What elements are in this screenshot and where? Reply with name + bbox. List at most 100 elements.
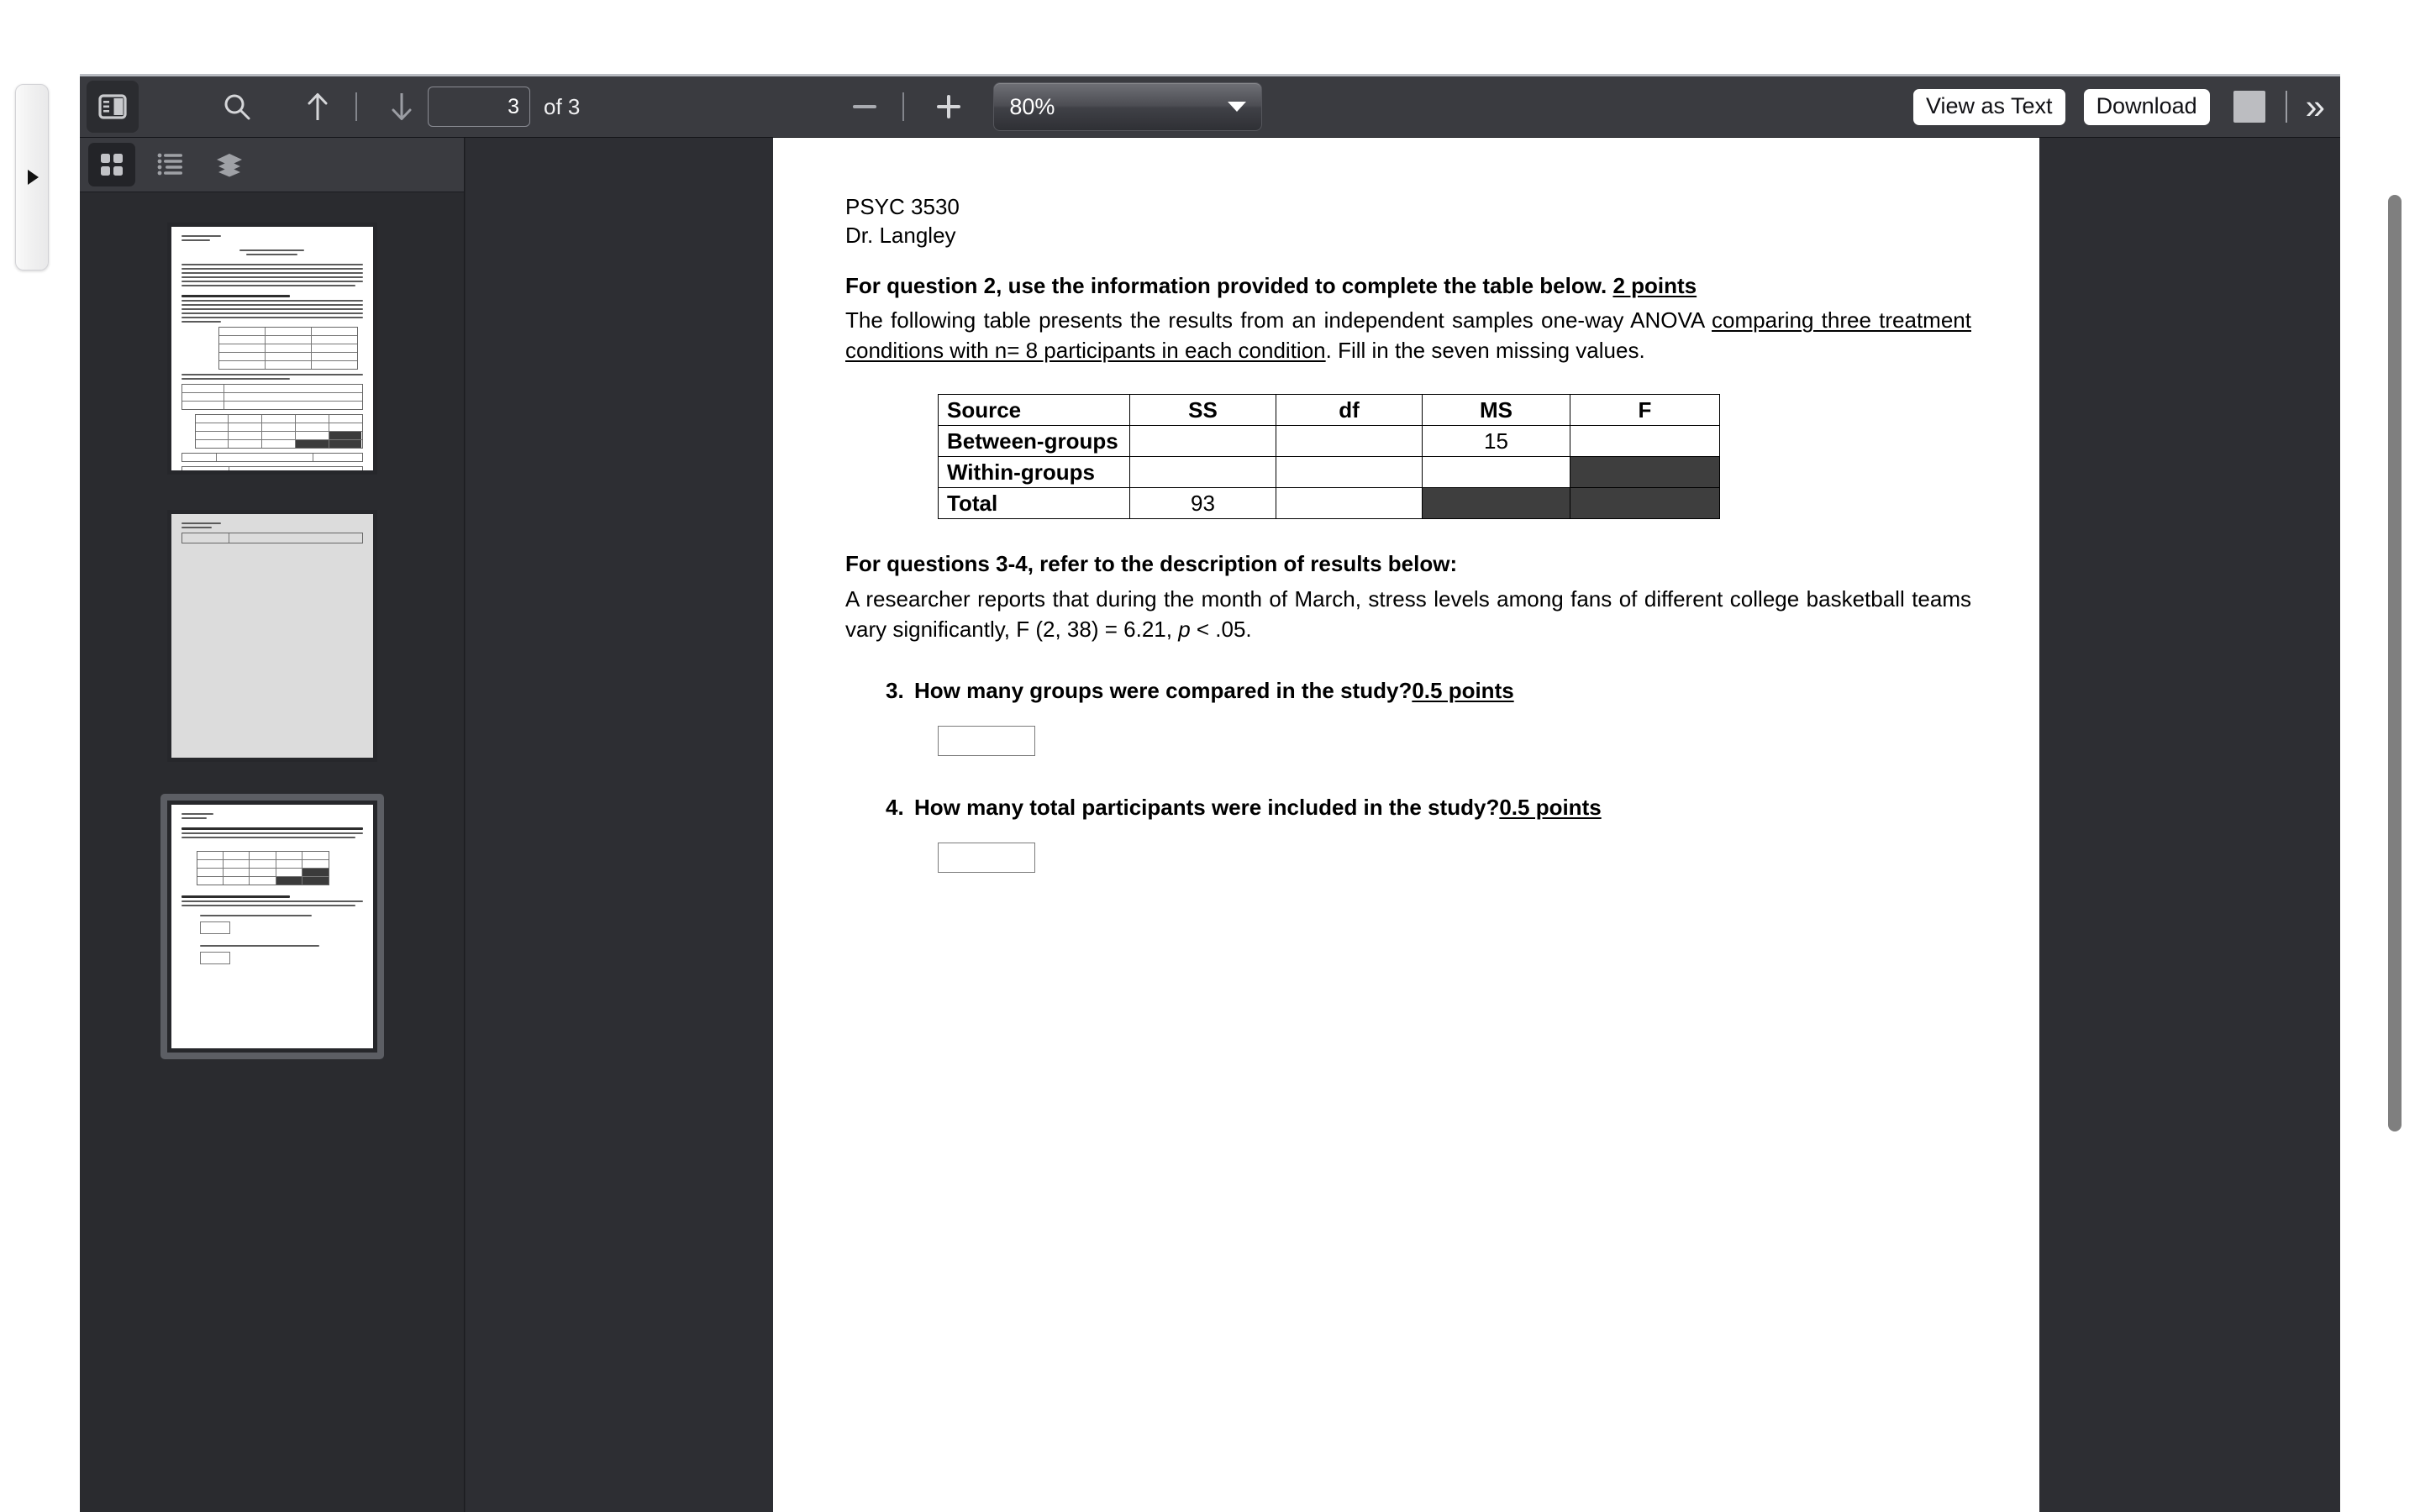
question-list: 3. How many groups were compared in the … bbox=[886, 678, 1971, 874]
table-header-row: Source SS df MS F bbox=[938, 394, 1720, 427]
layers-icon bbox=[215, 152, 244, 177]
question-3-answer-field[interactable] bbox=[938, 726, 1035, 757]
thumbnail-sidebar bbox=[80, 138, 465, 1512]
minus-icon bbox=[851, 93, 878, 120]
thumbnail-page-1[interactable] bbox=[164, 219, 381, 478]
arrow-up-icon bbox=[306, 92, 329, 122]
col-header-ss: SS bbox=[1129, 394, 1276, 427]
cell-within-ms bbox=[1422, 456, 1570, 489]
table-row: Total 93 bbox=[938, 487, 1720, 520]
question-3-points: 0.5 points bbox=[1412, 678, 1514, 704]
pdf-page-3: PSYC 3530 Dr. Langley For question 2, us… bbox=[773, 138, 2039, 1512]
cell-total-ms-blocked bbox=[1422, 487, 1570, 520]
list-icon bbox=[157, 152, 184, 177]
cell-total-f-blocked bbox=[1570, 487, 1720, 520]
questions34-body-italic: p bbox=[1178, 616, 1191, 642]
search-button[interactable] bbox=[211, 81, 263, 133]
row-label-between-groups: Between-groups bbox=[938, 425, 1130, 458]
pdf-viewer-window: 3 of 3 80% View as Text Download » PSYC … bbox=[80, 74, 2340, 1512]
cell-within-f-blocked bbox=[1570, 456, 1720, 489]
question2-heading: For question 2, use the information prov… bbox=[845, 271, 1971, 302]
page-scrollbar-thumb[interactable] bbox=[2388, 195, 2402, 1131]
col-header-source: Source bbox=[938, 394, 1130, 427]
cell-between-f bbox=[1570, 425, 1720, 458]
question-4-answer-field[interactable] bbox=[938, 843, 1035, 874]
cell-between-ss bbox=[1129, 425, 1276, 458]
cell-total-ss: 93 bbox=[1129, 487, 1276, 520]
row-label-total: Total bbox=[938, 487, 1130, 520]
question2-points: 2 points bbox=[1612, 272, 1697, 298]
toolbar-divider bbox=[355, 92, 357, 121]
double-chevron-right-icon[interactable]: » bbox=[2306, 89, 2325, 123]
questions34-body-lead: A researcher reports that during the mon… bbox=[845, 586, 1971, 642]
table-row: Between-groups 15 bbox=[938, 425, 1720, 458]
zoom-in-button[interactable] bbox=[923, 81, 975, 133]
chevron-down-icon bbox=[1228, 102, 1247, 112]
question-4-number: 4. bbox=[886, 795, 904, 821]
question-3: 3. How many groups were compared in the … bbox=[886, 678, 1971, 757]
question2-body-tail: . Fill in the seven missing values. bbox=[1325, 337, 1645, 363]
next-match-button[interactable] bbox=[376, 81, 428, 133]
course-code: PSYC 3530 bbox=[845, 194, 960, 219]
view-as-text-button[interactable]: View as Text bbox=[1912, 88, 2065, 125]
questions34-body-tail: < .05. bbox=[1190, 616, 1252, 642]
question-4-text: How many total participants were include… bbox=[914, 795, 1500, 821]
cell-within-ss bbox=[1129, 456, 1276, 489]
cell-between-ms: 15 bbox=[1422, 425, 1570, 458]
page-canvas-area[interactable]: PSYC 3530 Dr. Langley For question 2, us… bbox=[466, 138, 2340, 1512]
square-icon[interactable] bbox=[2233, 91, 2265, 123]
grid-icon bbox=[99, 152, 124, 177]
zoom-divider bbox=[902, 92, 905, 121]
thumbnail-page-3[interactable] bbox=[160, 794, 384, 1059]
question-3-text: How many groups were compared in the stu… bbox=[914, 678, 1413, 704]
sidebar-item-layers[interactable] bbox=[206, 143, 253, 186]
zoom-level-select[interactable]: 80% bbox=[993, 82, 1263, 131]
sidebar-toggle-button[interactable] bbox=[87, 81, 139, 133]
question2-body: The following table presents the results… bbox=[845, 306, 1971, 365]
arrow-down-icon bbox=[390, 92, 413, 122]
panel-expand-handle[interactable] bbox=[15, 84, 49, 270]
questions34-heading: For questions 3-4, refer to the descript… bbox=[845, 551, 1458, 577]
question-4-points: 0.5 points bbox=[1499, 795, 1602, 821]
toolbar-divider-right bbox=[2285, 91, 2287, 123]
instructor-name: Dr. Langley bbox=[845, 222, 956, 248]
question-4-prompt: 4. How many total participants were incl… bbox=[886, 795, 1971, 821]
app-root: 3 of 3 80% View as Text Download » PSYC … bbox=[0, 0, 2420, 1512]
table-row: Within-groups bbox=[938, 456, 1720, 489]
questions34-body: A researcher reports that during the mon… bbox=[845, 585, 1971, 644]
pdf-toolbar: 3 of 3 80% View as Text Download » bbox=[80, 74, 2340, 138]
cell-between-df bbox=[1276, 425, 1423, 458]
sidebar-panel-icon bbox=[98, 94, 127, 119]
row-label-within-groups: Within-groups bbox=[938, 456, 1130, 489]
document-content: PSYC 3530 Dr. Langley For question 2, us… bbox=[845, 193, 1971, 874]
download-button[interactable]: Download bbox=[2083, 88, 2210, 125]
thumbnail-image bbox=[166, 510, 377, 762]
question-3-number: 3. bbox=[886, 678, 904, 704]
thumbnail-image bbox=[166, 223, 377, 475]
col-header-df: df bbox=[1276, 394, 1423, 427]
search-icon bbox=[223, 92, 251, 121]
zoom-level-value: 80% bbox=[1009, 93, 1055, 119]
cell-total-df bbox=[1276, 487, 1423, 520]
thumbnail-page-2[interactable] bbox=[164, 507, 381, 765]
col-header-ms: MS bbox=[1422, 394, 1570, 427]
zoom-out-button[interactable] bbox=[839, 81, 891, 133]
cell-within-df bbox=[1276, 456, 1423, 489]
question-3-prompt: 3. How many groups were compared in the … bbox=[886, 678, 1971, 704]
page-number-input[interactable]: 3 bbox=[428, 87, 530, 127]
thumbnail-image bbox=[166, 801, 377, 1053]
question2-body-lead: The following table presents the results… bbox=[845, 307, 1712, 333]
question2-heading-text: For question 2, use the information prov… bbox=[845, 272, 1613, 298]
plus-icon bbox=[935, 93, 962, 120]
sidebar-item-thumbnails[interactable] bbox=[88, 143, 135, 186]
question-4: 4. How many total participants were incl… bbox=[886, 795, 1971, 874]
col-header-f: F bbox=[1570, 394, 1720, 427]
previous-match-button[interactable] bbox=[292, 81, 344, 133]
sidebar-item-outline[interactable] bbox=[147, 143, 194, 186]
triangle-right-icon bbox=[28, 170, 39, 185]
page-total-label: of 3 bbox=[544, 93, 581, 119]
sidebar-toolbar bbox=[80, 138, 464, 192]
page-number-value: 3 bbox=[508, 94, 519, 118]
thumbnail-list bbox=[80, 192, 464, 1059]
anova-summary-table: Source SS df MS F Between-groups 15 With… bbox=[938, 394, 1720, 520]
